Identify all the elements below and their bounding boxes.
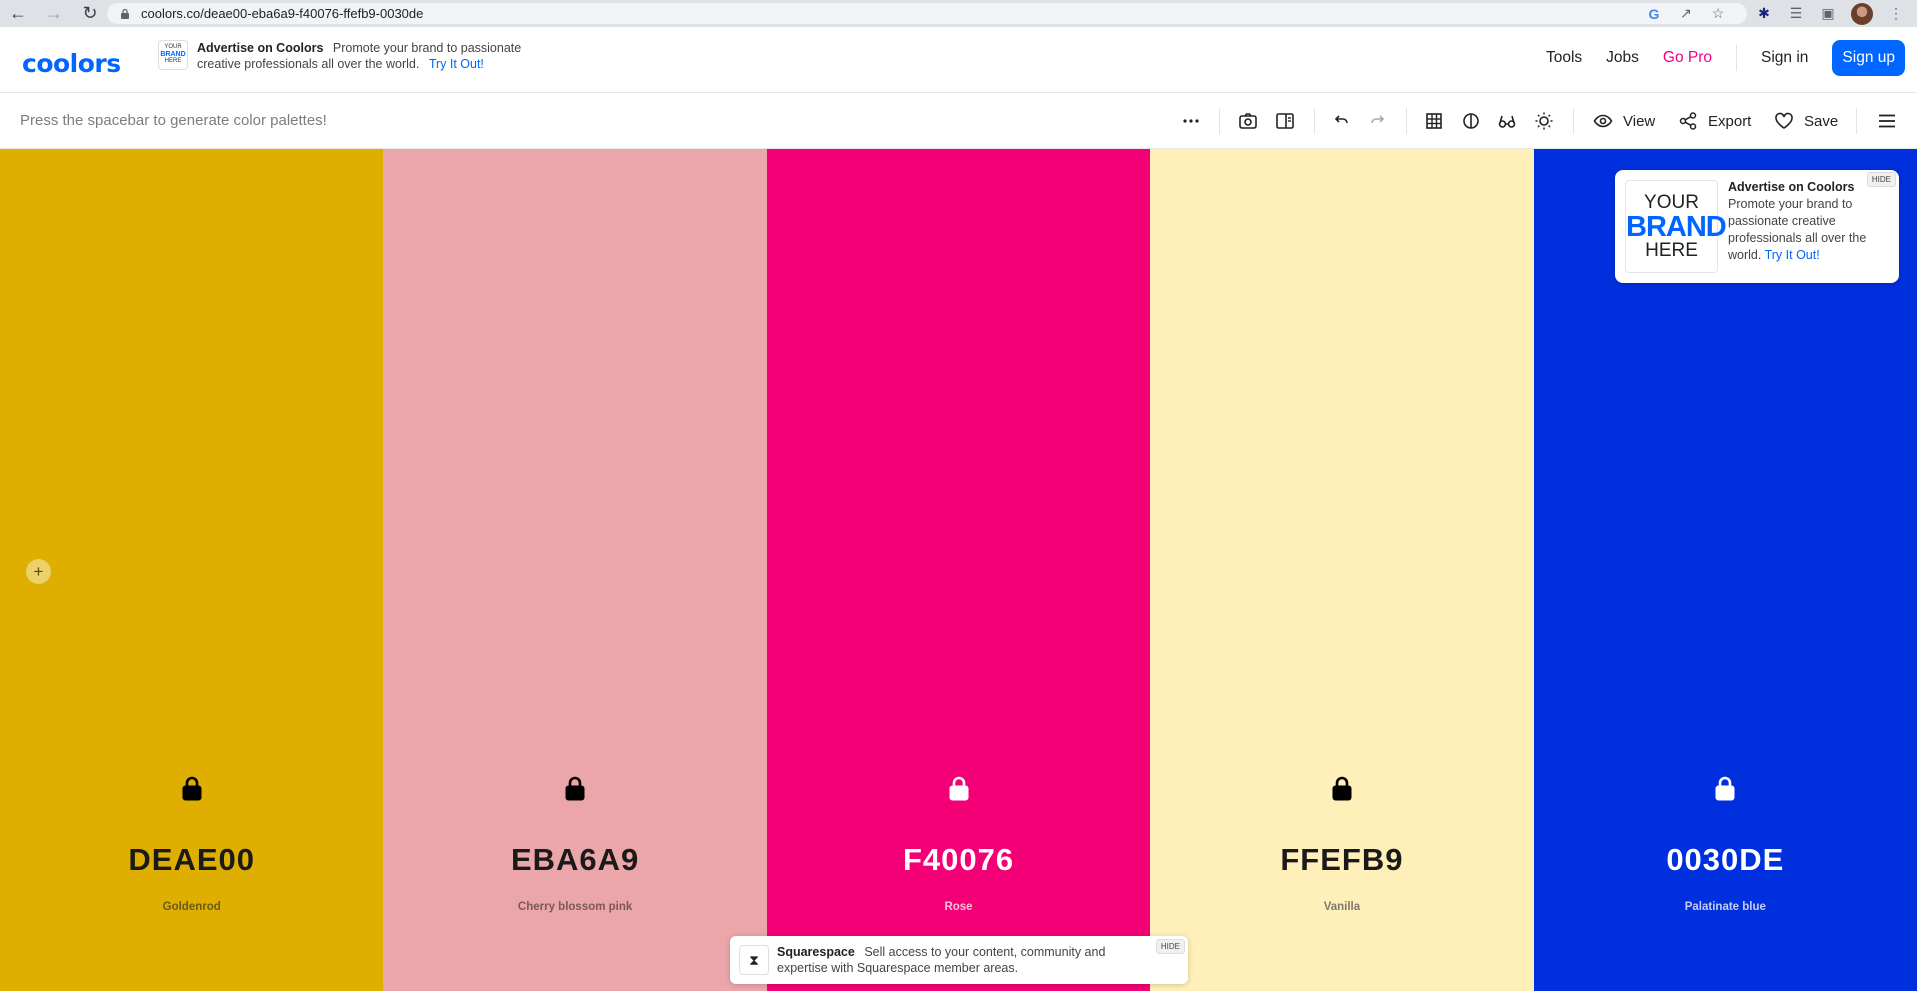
sign-up-button[interactable]: Sign up <box>1832 40 1905 76</box>
hex-code[interactable]: 0030DE <box>1534 842 1917 878</box>
nav-tools[interactable]: Tools <box>1546 49 1582 67</box>
hex-code[interactable]: DEAE00 <box>0 842 383 878</box>
ad-thumb-bottom: HERE <box>164 58 182 64</box>
side-ad-title: Advertise on Coolors <box>1728 180 1855 194</box>
export-label: Export <box>1708 112 1752 130</box>
site-header: coolors YOUR BRAND HERE Advertise on Coo… <box>0 27 1917 93</box>
brand-mid-text: BRAND <box>1626 211 1727 243</box>
color-name[interactable]: Palatinate blue <box>1534 901 1917 913</box>
color-name[interactable]: Goldenrod <box>0 901 383 913</box>
color-name[interactable]: Rose <box>767 901 1150 913</box>
nav-go-pro[interactable]: Go Pro <box>1663 49 1712 67</box>
browser-toolbar: ← → ↻ coolors.co/deae00-eba6a9-f40076-ff… <box>0 0 1917 27</box>
nav-jobs[interactable]: Jobs <box>1606 49 1639 67</box>
extensions-icon[interactable]: ✱ <box>1755 5 1773 23</box>
palette-color-2[interactable]: EBA6A9 Cherry blossom pink <box>383 149 767 991</box>
ad-thumb-top: YOUR <box>164 44 182 50</box>
glasses-icon[interactable] <box>1497 110 1517 132</box>
squarespace-ad[interactable]: ⧗ Squarespace Sell access to your conten… <box>730 936 1188 984</box>
bookmark-star-icon[interactable]: ☆ <box>1709 5 1727 23</box>
url-text: coolors.co/deae00-eba6a9-f40076-ffefb9-0… <box>141 6 424 21</box>
google-icon[interactable]: G <box>1645 5 1663 23</box>
squarespace-ad-hide-button[interactable]: HIDE <box>1155 939 1185 954</box>
forward-icon[interactable]: → <box>36 0 72 27</box>
spacebar-hint: Press the spacebar to generate color pal… <box>20 112 327 129</box>
sign-in-link[interactable]: Sign in <box>1761 49 1808 67</box>
header-ad-title: Advertise on Coolors <box>197 41 324 55</box>
toolbar-divider <box>1219 108 1220 134</box>
brand-top-text: YOUR <box>1644 192 1699 213</box>
save-label: Save <box>1804 112 1839 130</box>
add-color-plus-icon[interactable]: + <box>26 559 51 584</box>
lock-icon[interactable] <box>1331 775 1353 801</box>
lock-icon[interactable] <box>181 775 203 801</box>
color-name[interactable]: Vanilla <box>1150 901 1533 913</box>
hex-code[interactable]: F40076 <box>767 842 1150 878</box>
profile-avatar[interactable] <box>1851 2 1873 25</box>
share-icon[interactable]: ↗ <box>1677 5 1695 23</box>
lock-icon[interactable] <box>564 775 586 801</box>
hex-code[interactable]: EBA6A9 <box>383 842 766 878</box>
media-control-icon[interactable]: ☰ <box>1787 5 1805 23</box>
lock-icon[interactable] <box>948 775 970 801</box>
share-nodes-icon <box>1679 112 1697 130</box>
nav-divider <box>1736 45 1738 71</box>
palette-color-4[interactable]: FFEFB9 Vanilla <box>1150 149 1534 991</box>
color-name[interactable]: Cherry blossom pink <box>383 901 766 913</box>
reload-icon[interactable]: ↻ <box>72 0 108 27</box>
toolbar-divider <box>1856 108 1857 134</box>
toolbar-divider <box>1573 108 1574 134</box>
header-ad-link[interactable]: Try It Out! <box>429 57 484 71</box>
toolbar-divider <box>1406 108 1407 134</box>
chrome-menu-icon[interactable]: ⋮ <box>1887 5 1905 23</box>
heart-icon <box>1775 112 1793 129</box>
contrast-icon[interactable] <box>1461 110 1481 132</box>
redo-icon[interactable] <box>1368 110 1388 132</box>
generator-toolbar: Press the spacebar to generate color pal… <box>0 93 1917 149</box>
lock-icon[interactable] <box>1714 775 1736 801</box>
more-options-icon[interactable] <box>1181 110 1201 132</box>
your-brand-here-logo: YOUR BRAND HERE <box>1625 180 1727 273</box>
view-button[interactable]: View <box>1593 110 1655 132</box>
grid-view-icon[interactable] <box>1424 110 1444 132</box>
side-ad-card[interactable]: YOUR BRAND HERE Advertise on Coolors Pro… <box>1615 170 1899 283</box>
header-ad: Advertise on Coolors Promote your brand … <box>197 40 537 72</box>
brightness-icon[interactable] <box>1534 110 1554 132</box>
squarespace-ad-title: Squarespace <box>777 945 855 959</box>
ad-thumb-brand: BRAND <box>160 51 186 58</box>
toolbar-divider <box>1314 108 1315 134</box>
back-icon[interactable]: ← <box>0 0 36 27</box>
coolors-logo[interactable]: coolors <box>22 49 121 78</box>
side-ad-link[interactable]: Try It Out! <box>1765 248 1820 262</box>
side-panel-toggle-icon[interactable] <box>1275 110 1295 132</box>
save-button[interactable]: Save <box>1774 110 1838 132</box>
palette-color-1[interactable]: DEAE00 Goldenrod <box>0 149 384 991</box>
eye-icon <box>1593 114 1613 128</box>
hamburger-menu-icon[interactable] <box>1877 110 1897 132</box>
ad-brand-thumbnail[interactable]: YOUR BRAND HERE <box>158 40 188 70</box>
export-button[interactable]: Export <box>1678 110 1751 132</box>
side-ad-hide-button[interactable]: HIDE <box>1866 172 1896 187</box>
squarespace-logo-icon: ⧗ <box>739 945 769 975</box>
camera-icon[interactable] <box>1238 110 1258 132</box>
view-label: View <box>1623 112 1656 130</box>
top-nav: Tools Jobs Go Pro Sign in Sign up <box>1546 40 1917 76</box>
hex-code[interactable]: FFEFB9 <box>1150 842 1533 878</box>
address-bar[interactable]: coolors.co/deae00-eba6a9-f40076-ffefb9-0… <box>107 3 1747 24</box>
brand-bottom-text: HERE <box>1645 240 1698 261</box>
undo-icon[interactable] <box>1331 110 1351 132</box>
lock-icon <box>121 8 129 19</box>
palette-color-3[interactable]: F40076 Rose <box>766 149 1151 991</box>
side-panel-icon[interactable]: ▣ <box>1819 5 1837 23</box>
